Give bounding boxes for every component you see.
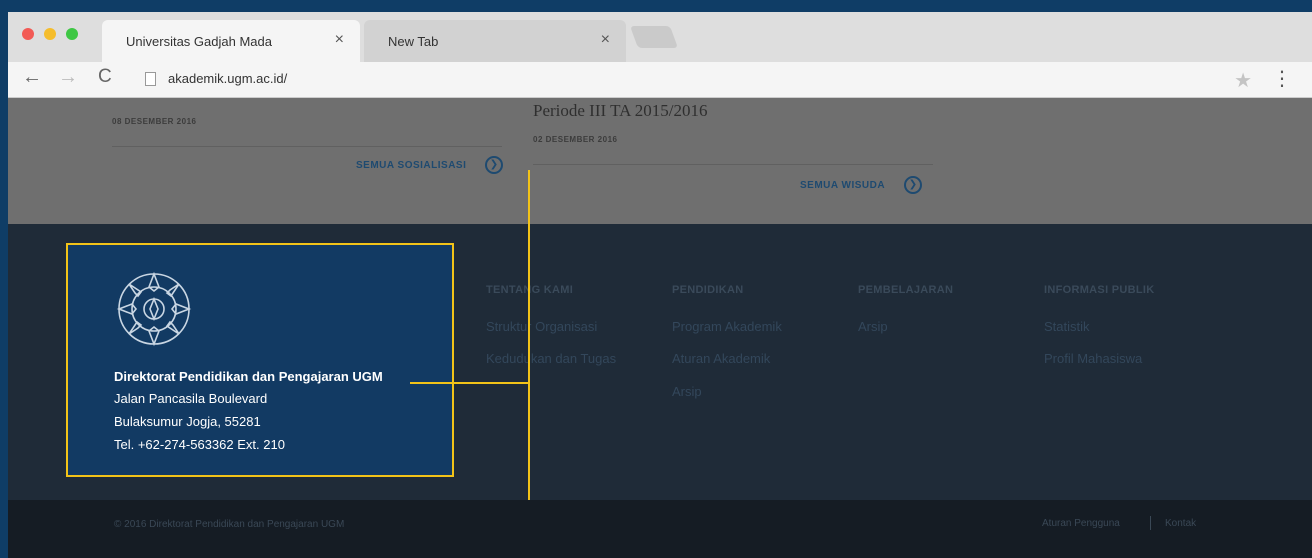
footer-heading-pendidikan: PENDIDIKAN [672,284,744,296]
chevron-right-icon[interactable]: ❯ [485,156,503,174]
copyright-text: © 2016 Direktorat Pendidikan dan Pengaja… [114,519,345,530]
wisuda-date: 02 DESEMBER 2016 [533,135,618,144]
tab-strip: Universitas Gadjah Mada × New Tab × [8,12,1312,62]
tab-close-icon[interactable]: × [335,31,344,49]
footer-link[interactable]: Program Akademik [672,319,782,334]
page-icon [145,72,156,86]
back-icon[interactable]: ← [22,66,42,89]
browser-window: Universitas Gadjah Mada × New Tab × ← → … [8,12,1312,558]
kontak-link[interactable]: Kontak [1165,518,1196,529]
aturan-pengguna-link[interactable]: Aturan Pengguna [1042,518,1120,529]
phone-number: Tel. +62-274-563362 Ext. 210 [114,437,285,452]
site-footer: Direktorat Pendidikan dan Pengajaran UGM… [8,224,1312,500]
annotation-connector [528,170,530,500]
reload-icon[interactable]: C [98,66,112,88]
organization-name: Direktorat Pendidikan dan Pengajaran UGM [114,369,383,384]
footer-link[interactable]: Arsip [672,384,702,399]
tab-close-icon[interactable]: × [601,31,610,49]
chevron-right-icon[interactable]: ❯ [904,176,922,194]
page-content: Periode III TA 2015/2016 08 DESEMBER 201… [8,98,1312,224]
link-separator [1150,516,1151,530]
contact-info-box: Direktorat Pendidikan dan Pengajaran UGM… [66,243,454,477]
annotation-connector [410,382,530,384]
minimize-window-button[interactable] [44,28,56,40]
maximize-window-button[interactable] [66,28,78,40]
tab-ugm[interactable]: Universitas Gadjah Mada × [102,20,360,62]
footer-link[interactable]: Statistik [1044,319,1090,334]
address-bar[interactable]: akademik.ugm.ac.id/ [168,71,287,86]
footer-link[interactable]: Aturan Akademik [672,351,770,366]
footer-bottom-bar: © 2016 Direktorat Pendidikan dan Pengaja… [8,500,1312,558]
new-tab-button[interactable] [629,26,679,48]
footer-link[interactable]: Struktur Organisasi [486,319,597,334]
forward-icon[interactable]: → [58,66,78,89]
footer-link[interactable]: Kedudukan dan Tugas [486,351,616,366]
divider [112,146,502,147]
tab-title: Universitas Gadjah Mada [126,34,272,49]
tab-title: New Tab [388,34,439,49]
address-toolbar: ← → C akademik.ugm.ac.id/ ★ ⋮ [8,62,1312,98]
divider [533,164,933,165]
tab-new-tab[interactable]: New Tab × [364,20,626,62]
footer-link[interactable]: Profil Mahasiswa [1044,351,1142,366]
close-window-button[interactable] [22,28,34,40]
ugm-logo [116,271,192,347]
bookmark-star-icon[interactable]: ★ [1234,68,1252,93]
sosialisasi-date: 08 DESEMBER 2016 [112,117,197,126]
menu-icon[interactable]: ⋮ [1272,66,1292,91]
footer-heading-pembelajaran: PEMBELAJARAN [858,284,954,296]
semua-sosialisasi-link[interactable]: SEMUA SOSIALISASI [356,160,466,171]
semua-wisuda-link[interactable]: SEMUA WISUDA [800,180,885,191]
footer-heading-informasi-publik: INFORMASI PUBLIK [1044,284,1155,296]
footer-link[interactable]: Arsip [858,319,888,334]
address-line: Jalan Pancasila Boulevard [114,391,268,406]
wisuda-title[interactable]: Periode III TA 2015/2016 [533,101,707,121]
address-line: Bulaksumur Jogja, 55281 [114,414,261,429]
